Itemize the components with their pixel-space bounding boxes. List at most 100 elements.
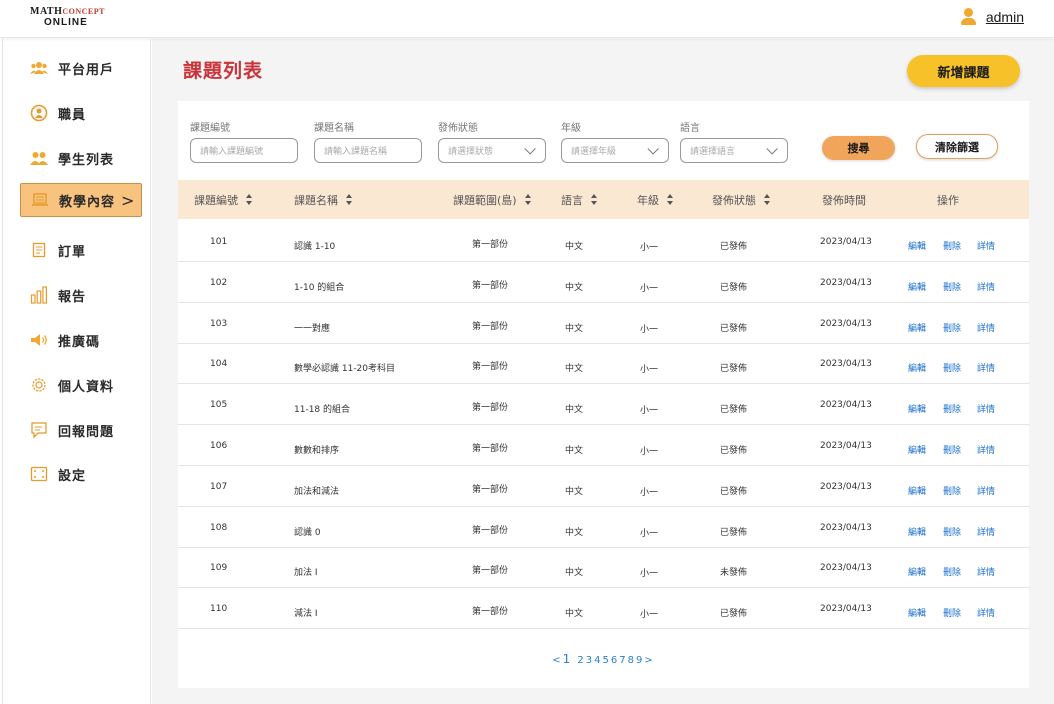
edit-link[interactable]: 編輯 [908, 280, 926, 293]
delete-link[interactable]: 刪除 [943, 280, 961, 293]
detail-link[interactable]: 詳情 [977, 484, 995, 497]
page-link[interactable]: 7 [619, 655, 627, 666]
delete-link[interactable]: 刪除 [943, 402, 961, 415]
sidebar-item-label: 職員 [58, 107, 87, 123]
cell-topic-name: 1-10 的組合 [294, 282, 345, 293]
students-icon [30, 149, 48, 167]
column-header-language[interactable]: 語言 [561, 180, 598, 219]
filter-topic-name: 課題名稱 請輸入課題名稱 [314, 119, 422, 163]
table-row: 104 數學必認識 11-20考科目 第一部份 中文 小一 已發佈 2023/04/13 編輯… [178, 343, 1029, 385]
cell-scope: 第一部份 [472, 240, 509, 250]
publish-status-select[interactable]: 請選擇狀態 [438, 138, 546, 163]
brand-logo[interactable]: MATHCONCEPT ONLINE [30, 7, 110, 28]
sort-icon[interactable] [667, 194, 674, 205]
clear-filter-button[interactable]: 清除篩選 [916, 134, 998, 159]
column-header-scope[interactable]: 課題範圍(島) [453, 180, 532, 219]
delete-link[interactable]: 刪除 [943, 484, 961, 497]
delete-link[interactable]: 刪除 [943, 606, 961, 619]
detail-link[interactable]: 詳情 [977, 361, 995, 374]
sidebar-item-students[interactable]: 學生列表 [20, 141, 142, 175]
edit-link[interactable]: 編輯 [908, 606, 926, 619]
delete-link[interactable]: 刪除 [943, 565, 961, 578]
sidebar-item-staff[interactable]: 職員 [20, 96, 142, 130]
search-button[interactable]: 搜尋 [822, 136, 895, 160]
settings-icon [30, 465, 48, 483]
delete-link[interactable]: 刪除 [943, 443, 961, 456]
column-header-grade[interactable]: 年級 [637, 180, 674, 219]
filter-label: 課題名稱 [314, 123, 354, 134]
page-current[interactable]: 1 [563, 652, 573, 666]
edit-link[interactable]: 編輯 [908, 361, 926, 374]
topic-id-input[interactable]: 請輸入課題編號 [190, 138, 298, 163]
page-link[interactable]: 2 [577, 655, 585, 666]
sidebar-item-profile[interactable]: 個人資料 [20, 368, 142, 402]
sort-icon[interactable] [764, 194, 771, 205]
delete-link[interactable]: 刪除 [943, 321, 961, 334]
cell-topic-id: 106 [210, 441, 228, 451]
detail-link[interactable]: 詳情 [977, 565, 995, 578]
detail-link[interactable]: 詳情 [977, 606, 995, 619]
edit-link[interactable]: 編輯 [908, 484, 926, 497]
cell-grade: 小一 [640, 406, 659, 417]
column-header-topic-id[interactable]: 課題編號 [194, 180, 253, 219]
sidebar-item-label: 訂單 [58, 244, 87, 260]
add-topic-button[interactable]: 新增課題 [907, 55, 1020, 87]
sort-icon[interactable] [524, 194, 532, 205]
edit-link[interactable]: 編輯 [908, 402, 926, 415]
detail-link[interactable]: 詳情 [977, 402, 995, 415]
staff-icon [30, 104, 48, 122]
column-header-topic-name[interactable]: 課題名稱 [294, 180, 353, 219]
page-link[interactable]: 4 [594, 655, 602, 666]
detail-link[interactable]: 詳情 [977, 280, 995, 293]
cell-publish-status: 已發佈 [720, 282, 748, 293]
detail-link[interactable]: 詳情 [977, 525, 995, 538]
header-label: 語言 [561, 193, 583, 207]
username-link[interactable]: admin [986, 9, 1024, 25]
header-label: 課題名稱 [294, 193, 338, 207]
sidebar-item-reports[interactable]: 報告 [20, 278, 142, 312]
sidebar-item-promo-code[interactable]: 推廣碼 [20, 323, 142, 357]
cell-grade: 小一 [640, 569, 659, 580]
sort-icon[interactable] [246, 194, 253, 205]
edit-link[interactable]: 編輯 [908, 565, 926, 578]
detail-link[interactable]: 詳情 [977, 239, 995, 252]
detail-link[interactable]: 詳情 [977, 321, 995, 334]
delete-link[interactable]: 刪除 [943, 525, 961, 538]
cell-publish-status: 未發佈 [720, 568, 748, 579]
header-label: 年級 [637, 193, 659, 207]
sidebar-item-report-issue[interactable]: 回報問題 [20, 413, 142, 447]
cell-topic-name: 一一對應 [294, 323, 331, 334]
sidebar-item-platform-users[interactable]: 平台用戶 [20, 51, 142, 85]
page-link[interactable]: 3 [586, 655, 594, 666]
grade-select[interactable]: 請選擇年級 [561, 138, 669, 163]
sort-icon[interactable] [346, 194, 353, 205]
column-header-publish-status[interactable]: 發佈狀態 [712, 180, 771, 219]
sort-icon[interactable] [591, 194, 598, 205]
cell-topic-id: 103 [210, 318, 228, 329]
page-link[interactable]: 5 [603, 655, 611, 666]
language-select[interactable]: 請選擇語言 [680, 138, 788, 163]
next-page-button[interactable]: > [644, 655, 654, 666]
user-menu[interactable]: admin [960, 8, 1024, 26]
delete-link[interactable]: 刪除 [943, 239, 961, 252]
cell-grade: 小一 [640, 610, 659, 621]
edit-link[interactable]: 編輯 [908, 443, 926, 456]
detail-link[interactable]: 詳情 [977, 443, 995, 456]
delete-link[interactable]: 刪除 [943, 361, 961, 374]
filter-language: 語言 請選擇語言 [680, 119, 788, 163]
sidebar-item-label: 推廣碼 [58, 334, 101, 350]
cell-topic-id: 105 [210, 400, 228, 411]
filter-label: 語言 [680, 123, 700, 134]
sidebar-item-orders[interactable]: 訂單 [20, 233, 142, 267]
edit-link[interactable]: 編輯 [908, 525, 926, 538]
edit-link[interactable]: 編輯 [908, 239, 926, 252]
page-link[interactable]: 8 [628, 655, 636, 666]
prev-page-button[interactable]: < [552, 655, 562, 666]
filter-grade: 年級 請選擇年級 [561, 119, 669, 163]
sidebar-item-settings[interactable]: 設定 [20, 457, 142, 491]
sidebar-item-teaching-content[interactable]: 教學內容 > [20, 183, 142, 217]
edit-link[interactable]: 編輯 [908, 321, 926, 334]
topic-name-input[interactable]: 請輸入課題名稱 [314, 138, 422, 163]
sidebar-item-label: 設定 [58, 468, 87, 484]
cell-topic-name: 數數和排序 [294, 446, 340, 456]
